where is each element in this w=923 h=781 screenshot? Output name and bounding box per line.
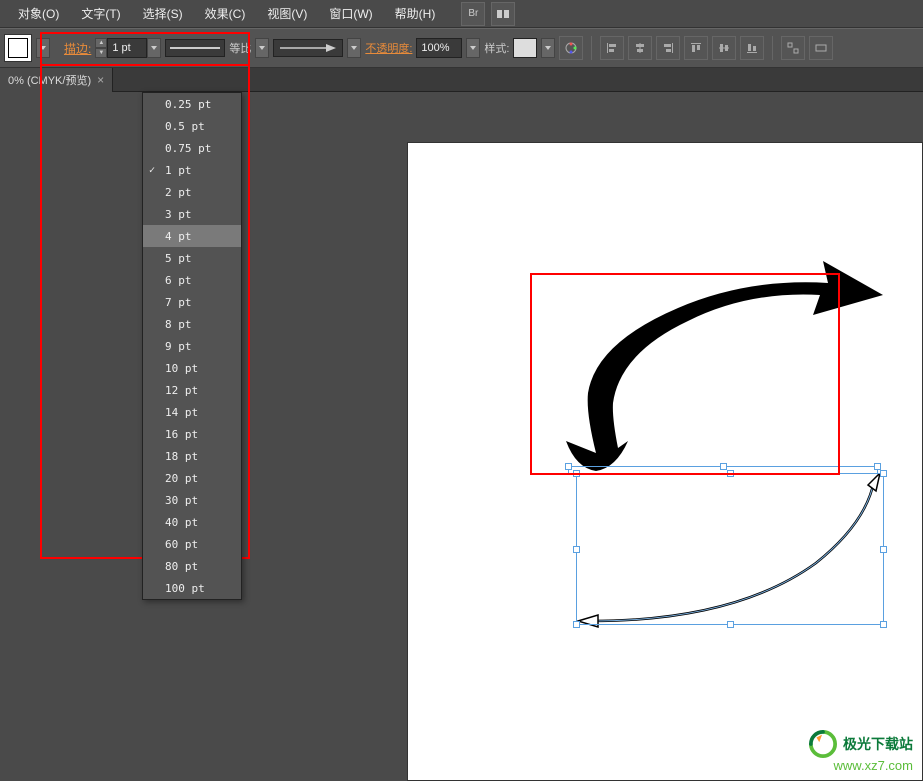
curved-arrow-thin[interactable]: [576, 473, 896, 633]
brush-dropdown[interactable]: [347, 38, 361, 58]
stroke-weight-menu: 0.25 pt0.5 pt0.75 pt1 pt2 pt3 pt4 pt5 pt…: [142, 92, 242, 600]
stroke-weight-option[interactable]: 0.25 pt: [143, 93, 241, 115]
align-hcenter-icon[interactable]: [628, 36, 652, 60]
stroke-weight-option[interactable]: 18 pt: [143, 445, 241, 467]
transform-icon[interactable]: [781, 36, 805, 60]
stroke-weight-option[interactable]: 30 pt: [143, 489, 241, 511]
profile-label: 等比: [229, 40, 251, 56]
workspace: 0.25 pt0.5 pt0.75 pt1 pt2 pt3 pt4 pt5 pt…: [0, 92, 923, 781]
stroke-weight-option[interactable]: 10 pt: [143, 357, 241, 379]
selection-handle[interactable]: [573, 470, 580, 477]
selection-handle[interactable]: [880, 470, 887, 477]
stroke-weight-option[interactable]: 60 pt: [143, 533, 241, 555]
align-top-icon[interactable]: [684, 36, 708, 60]
selection-handle[interactable]: [573, 621, 580, 628]
stroke-up-icon[interactable]: ▲: [95, 38, 107, 48]
opacity-label[interactable]: 不透明度:: [365, 40, 412, 56]
stroke-weight-option[interactable]: 2 pt: [143, 181, 241, 203]
stroke-profile-dropdown[interactable]: [255, 38, 269, 58]
stroke-weight-option[interactable]: 5 pt: [143, 247, 241, 269]
watermark-url: www.xz7.com: [809, 758, 913, 773]
menu-text[interactable]: 文字(T): [71, 1, 130, 26]
stroke-weight-field[interactable]: 1 pt: [107, 38, 147, 58]
control-bar: 描边: ▲ ▼ 1 pt 等比 不透明度: 100% 样式:: [0, 28, 923, 68]
stroke-label[interactable]: 描边:: [64, 40, 91, 57]
recolor-icon[interactable]: [559, 36, 583, 60]
document-tab-bar: 0% (CMYK/预览) ×: [0, 68, 923, 92]
arrange-icon[interactable]: [491, 2, 515, 26]
stroke-weight-option[interactable]: 14 pt: [143, 401, 241, 423]
stroke-weight-option[interactable]: 80 pt: [143, 555, 241, 577]
selection-bounds-2: [576, 473, 884, 625]
stroke-weight-option[interactable]: 7 pt: [143, 291, 241, 313]
menu-select[interactable]: 选择(S): [133, 1, 193, 26]
menu-bar: 对象(O) 文字(T) 选择(S) 效果(C) 视图(V) 窗口(W) 帮助(H…: [0, 0, 923, 28]
style-label: 样式:: [484, 40, 509, 56]
stroke-weight-option[interactable]: 3 pt: [143, 203, 241, 225]
shape-icon[interactable]: [809, 36, 833, 60]
stroke-weight-option[interactable]: 0.75 pt: [143, 137, 241, 159]
artboard[interactable]: [407, 142, 923, 781]
document-tab-title: 0% (CMYK/预览): [8, 72, 91, 88]
fill-dropdown[interactable]: [36, 38, 50, 58]
selection-handle[interactable]: [720, 463, 727, 470]
stroke-profile-preview[interactable]: [165, 39, 225, 57]
selection-handle[interactable]: [727, 621, 734, 628]
selection-handle[interactable]: [880, 621, 887, 628]
stroke-weight-spinner[interactable]: ▲ ▼ 1 pt: [95, 38, 161, 58]
menu-view[interactable]: 视图(V): [257, 1, 317, 26]
fill-swatch[interactable]: [4, 34, 32, 62]
toolbar-divider-2: [772, 36, 773, 60]
align-bottom-icon[interactable]: [740, 36, 764, 60]
close-icon[interactable]: ×: [97, 73, 104, 87]
stroke-down-icon[interactable]: ▼: [95, 48, 107, 58]
stroke-weight-option[interactable]: 100 pt: [143, 577, 241, 599]
selection-handle[interactable]: [727, 470, 734, 477]
stroke-weight-option[interactable]: 0.5 pt: [143, 115, 241, 137]
opacity-field[interactable]: 100%: [416, 38, 462, 58]
align-right-icon[interactable]: [656, 36, 680, 60]
menu-object[interactable]: 对象(O): [8, 1, 69, 26]
opacity-dropdown[interactable]: [466, 38, 480, 58]
stroke-weight-option[interactable]: 6 pt: [143, 269, 241, 291]
stroke-weight-option[interactable]: 40 pt: [143, 511, 241, 533]
selection-handle[interactable]: [565, 463, 572, 470]
stroke-weight-option[interactable]: 1 pt: [143, 159, 241, 181]
document-tab[interactable]: 0% (CMYK/预览) ×: [0, 68, 113, 92]
stroke-weight-option[interactable]: 4 pt: [143, 225, 241, 247]
stroke-weight-dropdown[interactable]: [147, 38, 161, 58]
watermark-title: 极光下载站: [843, 734, 913, 754]
menu-help[interactable]: 帮助(H): [385, 1, 446, 26]
stroke-weight-option[interactable]: 8 pt: [143, 313, 241, 335]
bridge-icon[interactable]: Br: [461, 2, 485, 26]
watermark: 极光下载站 www.xz7.com: [809, 730, 913, 773]
stroke-weight-option[interactable]: 12 pt: [143, 379, 241, 401]
toolbar-divider: [591, 36, 592, 60]
menu-window[interactable]: 窗口(W): [319, 1, 382, 26]
align-left-icon[interactable]: [600, 36, 624, 60]
style-dropdown[interactable]: [541, 38, 555, 58]
stroke-weight-option[interactable]: 20 pt: [143, 467, 241, 489]
curved-arrow-thick[interactable]: [548, 253, 878, 463]
align-vcenter-icon[interactable]: [712, 36, 736, 60]
style-swatch[interactable]: [513, 38, 537, 58]
stroke-weight-option[interactable]: 16 pt: [143, 423, 241, 445]
selection-handle[interactable]: [573, 546, 580, 553]
selection-handle[interactable]: [880, 546, 887, 553]
brush-preview[interactable]: [273, 39, 343, 57]
menu-effect[interactable]: 效果(C): [195, 1, 256, 26]
stroke-weight-option[interactable]: 9 pt: [143, 335, 241, 357]
selection-handle[interactable]: [874, 463, 881, 470]
